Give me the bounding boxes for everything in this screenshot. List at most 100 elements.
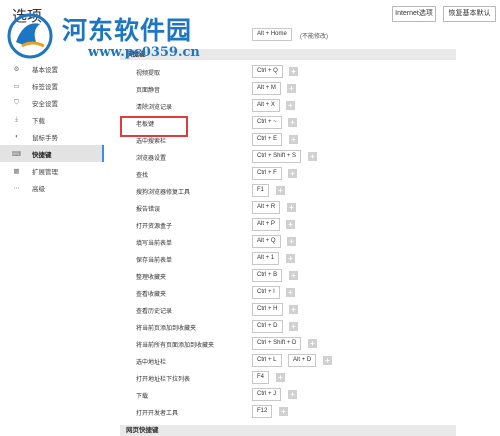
shortcut-name: 填写当前表单	[136, 241, 173, 247]
sidebar: ⚙ 基本设置 ▭ 标签设置 ⛉ 安全设置 ⤓ 下载 ◖ 鼠标手势 ⌨ 快捷键 ▦ 扩展管理 ⋯ 高级	[0, 60, 104, 196]
shortcut-row: 将当前页添加到收藏夹 Ctrl + D +	[120, 318, 456, 335]
shortcut-key-box[interactable]: F4	[252, 371, 270, 384]
shortcut-name: 报告错误	[136, 207, 161, 213]
shortcut-key-box[interactable]: F1	[252, 184, 270, 197]
shortcut-key-box[interactable]: Alt + Q	[252, 235, 281, 248]
extensions-icon: ▦	[13, 167, 20, 175]
shortcut-key-box[interactable]: Alt + D	[288, 354, 317, 367]
tab-icon: ▭	[13, 82, 20, 90]
shield-icon: ⛉	[14, 98, 19, 106]
reset-defaults-button[interactable]: 恢复基本默认	[443, 6, 496, 22]
add-shortcut-icon[interactable]: +	[286, 254, 295, 263]
shortcut-name: 将当前页添加到收藏夹	[136, 326, 197, 332]
header: 选项 Internet选项 恢复基本默认	[0, 0, 500, 28]
boss-key-row-top: Alt + Home (不能修改)	[120, 28, 456, 43]
sidebar-item-label: 安全设置	[32, 100, 58, 108]
shortcut-key-box[interactable]: Ctrl + E	[252, 133, 283, 146]
shortcut-key-box[interactable]: Ctrl + J	[252, 388, 282, 401]
shortcut-key-box[interactable]: Ctrl + D	[252, 320, 283, 333]
add-shortcut-icon[interactable]: +	[276, 373, 285, 382]
shortcut-key-box[interactable]: Ctrl + Shift + S	[252, 150, 302, 163]
shortcut-key-box[interactable]: Alt + P	[252, 218, 280, 231]
shortcut-name: 查找	[136, 173, 149, 179]
shortcut-name: 页面静音	[136, 88, 161, 94]
shortcut-settings-panel: Alt + Home (不能修改) 快捷键 视频提取 Ctrl + Q + 页面静音 A…	[120, 28, 456, 436]
add-shortcut-icon[interactable]: +	[287, 203, 296, 212]
sidebar-item-label: 扩展管理	[32, 168, 58, 176]
section-header-webpage: 网页快捷键	[120, 425, 456, 436]
shortcut-key-box[interactable]: Alt + X	[252, 99, 280, 112]
shortcut-key-box[interactable]: Ctrl + L	[252, 354, 282, 367]
add-shortcut-icon[interactable]: +	[286, 288, 295, 297]
more-icon: ⋯	[13, 184, 20, 192]
shortcut-row: 下载 Ctrl + J +	[120, 386, 456, 403]
add-shortcut-icon[interactable]: +	[276, 186, 285, 195]
add-shortcut-icon[interactable]: +	[308, 339, 317, 348]
add-shortcut-icon[interactable]: +	[279, 407, 288, 416]
sidebar-item-label: 鼠标手势	[32, 134, 58, 142]
sidebar-item-label: 快捷键	[32, 151, 52, 159]
shortcut-key-box[interactable]: Ctrl + H	[252, 303, 283, 316]
shortcut-key-box[interactable]: Ctrl + ~	[252, 116, 282, 129]
add-shortcut-icon[interactable]: +	[287, 84, 296, 93]
shortcut-row: 将当前所有页面添加到收藏夹 Ctrl + Shift + D +	[120, 335, 456, 352]
shortcut-key-box[interactable]: Ctrl + Shift + D	[252, 337, 302, 350]
shortcut-name: 清除浏览记录	[136, 105, 173, 111]
shortcut-key-box[interactable]: Ctrl + Q	[252, 65, 283, 78]
shortcut-key-box[interactable]: F12	[252, 405, 273, 418]
add-shortcut-icon[interactable]: +	[289, 67, 298, 76]
sidebar-item[interactable]: ⚙ 基本设置	[0, 60, 104, 77]
shortcut-key-box[interactable]: Alt + M	[252, 82, 281, 95]
shortcut-row: 报告错误 Alt + R +	[120, 199, 456, 216]
shortcut-row: 浏览器设置 Ctrl + Shift + S +	[120, 148, 456, 165]
shortcut-key-box[interactable]: Ctrl + I	[252, 286, 280, 299]
shortcut-row: 填写当前表单 Alt + Q +	[120, 233, 456, 250]
add-shortcut-icon[interactable]: +	[286, 101, 295, 110]
mouse-icon: ◖	[14, 133, 19, 140]
shortcut-row: 查看历史记录 Ctrl + H +	[120, 301, 456, 318]
sidebar-item[interactable]: ▦ 扩展管理	[0, 162, 104, 179]
highlight-box	[120, 116, 188, 137]
sidebar-item[interactable]: ⤓ 下载	[0, 111, 104, 128]
add-shortcut-icon[interactable]: +	[288, 118, 297, 127]
add-shortcut-icon[interactable]: +	[288, 169, 297, 178]
sidebar-item[interactable]: ⛉ 安全设置	[0, 94, 104, 111]
shortcut-name: 下载	[136, 394, 149, 400]
shortcut-row: 页面静音 Alt + M +	[120, 80, 456, 97]
add-shortcut-icon[interactable]: +	[288, 390, 297, 399]
add-shortcut-icon[interactable]: +	[286, 220, 295, 229]
add-shortcut-icon[interactable]: +	[308, 152, 317, 161]
keyboard-icon: ⌨	[11, 150, 22, 158]
shortcut-row: 整理收藏夹 Ctrl + B +	[120, 267, 456, 284]
shortcut-row: 打开开发者工具 F12 +	[120, 403, 456, 420]
shortcut-key-box[interactable]: Ctrl + F	[252, 167, 282, 180]
shortcut-row: 查看收藏夹 Ctrl + I +	[120, 284, 456, 301]
shortcut-row: 视频提取 Ctrl + Q +	[120, 63, 456, 80]
sidebar-item-label: 标签设置	[32, 83, 58, 91]
add-shortcut-icon[interactable]: +	[289, 322, 298, 331]
add-shortcut-icon[interactable]: +	[289, 135, 298, 144]
add-shortcut-icon[interactable]: +	[323, 356, 332, 365]
shortcut-name: 选中搜索栏	[136, 139, 167, 145]
sidebar-item[interactable]: ⋯ 高级	[0, 179, 104, 196]
shortcut-row: 查找 Ctrl + F +	[120, 165, 456, 182]
shortcut-name: 搜狗浏览器修复工具	[136, 190, 191, 196]
shortcut-key-box[interactable]: Ctrl + B	[252, 269, 283, 282]
shortcut-name: 查看收藏夹	[136, 292, 167, 298]
shortcut-name: 整理收藏夹	[136, 275, 167, 281]
add-shortcut-icon[interactable]: +	[289, 305, 298, 314]
shortcut-key-box[interactable]: Alt + 1	[252, 252, 280, 265]
sidebar-item[interactable]: ◖ 鼠标手势	[0, 128, 104, 145]
shortcut-row: 选中地址栏 Ctrl + L Alt + D +	[120, 352, 456, 369]
shortcut-key-box[interactable]: Alt + R	[252, 201, 281, 214]
shortcut-name: 打开开发者工具	[136, 411, 179, 417]
internet-options-button[interactable]: Internet选项	[392, 6, 436, 22]
shortcut-name: 将当前所有页面添加到收藏夹	[136, 343, 215, 349]
shortcut-name: 打开地址栏下拉列表	[136, 377, 191, 383]
sidebar-item[interactable]: ⌨ 快捷键	[0, 145, 104, 162]
shortcut-key-box: Alt + Home	[252, 28, 292, 41]
add-shortcut-icon[interactable]: +	[289, 271, 298, 280]
section-header: 快捷键	[120, 49, 456, 60]
add-shortcut-icon[interactable]: +	[287, 237, 296, 246]
sidebar-item[interactable]: ▭ 标签设置	[0, 77, 104, 94]
